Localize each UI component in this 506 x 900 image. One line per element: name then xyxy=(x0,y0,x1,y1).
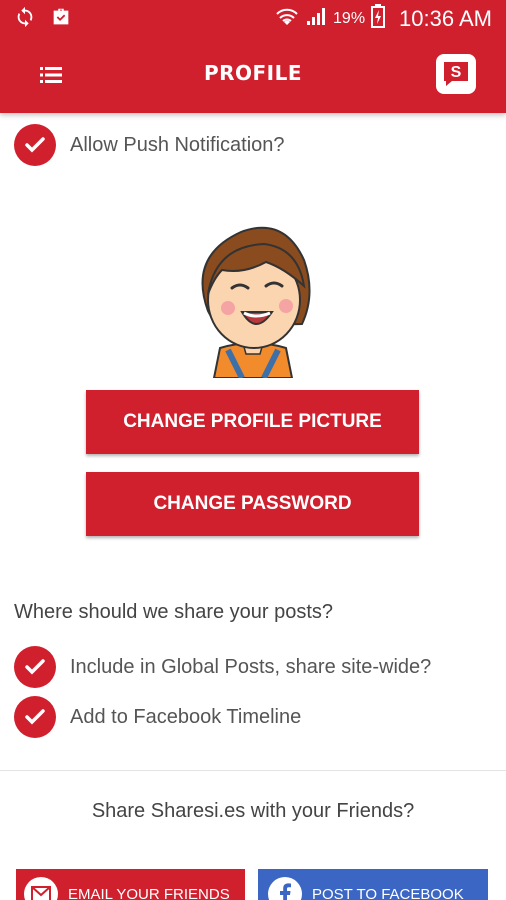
battery-percent: 19% xyxy=(333,9,366,27)
mail-icon xyxy=(24,877,58,900)
change-password-button[interactable]: CHANGE PASSWORD xyxy=(86,472,419,536)
push-notification-label: Allow Push Notification? xyxy=(70,133,285,156)
status-bar: 19% 10:36 AM xyxy=(0,0,506,36)
section-divider xyxy=(0,770,506,771)
change-profile-picture-button[interactable]: CHANGE PROFILE PICTURE xyxy=(86,390,419,454)
battery-charging-icon xyxy=(371,4,386,33)
wifi-icon xyxy=(275,5,299,32)
sync-icon xyxy=(14,6,36,32)
push-notification-checkbox[interactable] xyxy=(14,124,56,166)
briefcase-check-icon xyxy=(50,6,72,32)
share-friends-heading: Share Sharesi.es with your Friends? xyxy=(91,800,415,822)
clock: 10:36 AM xyxy=(399,5,492,31)
profile-avatar[interactable] xyxy=(186,216,320,380)
global-posts-label: Include in Global Posts, share site-wide… xyxy=(70,655,432,678)
email-friends-button[interactable]: EMAIL YOUR FRIENDS xyxy=(16,869,245,900)
signal-icon xyxy=(305,5,327,32)
facebook-icon xyxy=(268,877,302,900)
app-bar: PROFILE S xyxy=(0,36,506,113)
global-posts-checkbox[interactable] xyxy=(14,646,56,688)
svg-text:S: S xyxy=(451,64,462,81)
facebook-timeline-checkbox[interactable] xyxy=(14,696,56,738)
email-friends-label: EMAIL YOUR FRIENDS xyxy=(68,885,230,900)
share-settings-heading: Where should we share your posts? xyxy=(14,601,334,623)
post-to-facebook-label: POST TO FACEBOOK xyxy=(312,885,464,900)
global-posts-row: Include in Global Posts, share site-wide… xyxy=(14,646,431,688)
top-bar: 19% 10:36 AM PROFILE S xyxy=(0,0,506,113)
post-to-facebook-button[interactable]: POST TO FACEBOOK xyxy=(258,869,488,900)
facebook-timeline-row: Add to Facebook Timeline xyxy=(14,696,301,738)
push-notification-row: Allow Push Notification? xyxy=(14,124,285,166)
sharesies-logo-icon[interactable]: S xyxy=(436,54,476,94)
facebook-timeline-label: Add to Facebook Timeline xyxy=(70,705,302,728)
page-title: PROFILE xyxy=(203,61,303,85)
